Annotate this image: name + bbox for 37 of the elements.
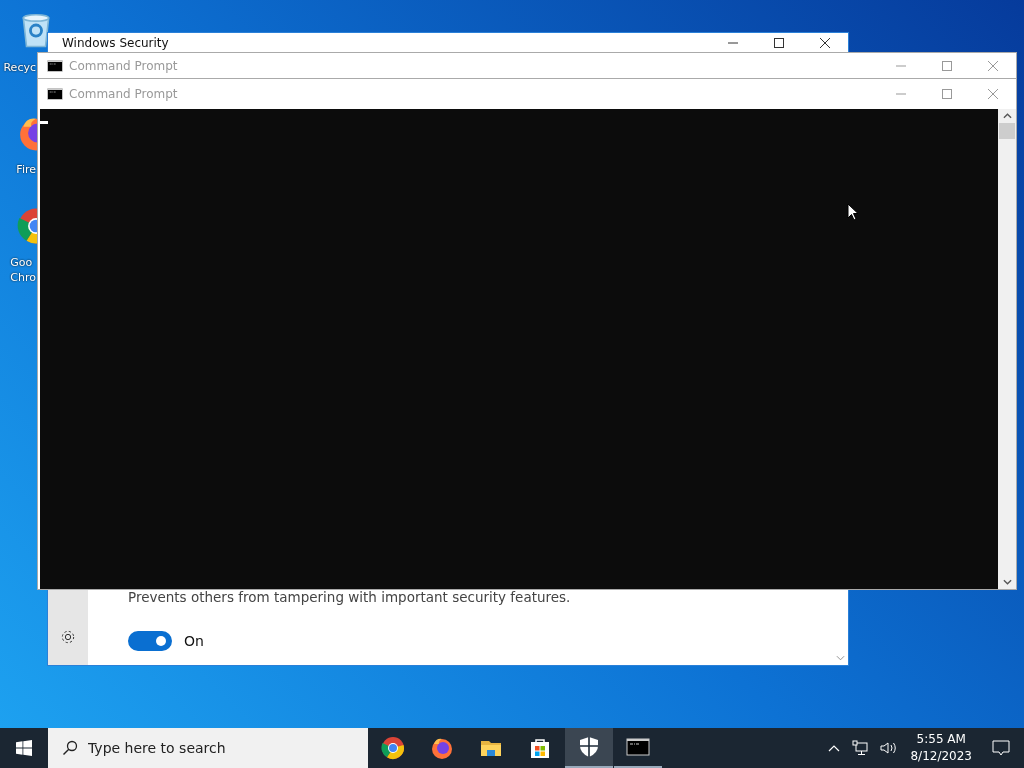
console-icon xyxy=(47,58,63,74)
close-icon xyxy=(988,89,998,99)
search-icon xyxy=(62,740,78,756)
close-icon xyxy=(988,61,998,71)
store-bag-icon xyxy=(528,736,552,760)
settings-icon[interactable] xyxy=(60,629,76,645)
scroll-up-icon[interactable] xyxy=(1002,113,1012,119)
mouse-pointer-icon xyxy=(847,203,859,221)
window-title: Command Prompt xyxy=(69,87,178,101)
desktop-icon-label[interactable]: Fire xyxy=(16,162,36,177)
desktop-icon-label[interactable]: Recyc xyxy=(3,60,36,75)
window-title: Windows Security xyxy=(62,36,169,50)
toggle-switch[interactable] xyxy=(128,631,172,651)
maximize-icon xyxy=(942,89,952,99)
desktop-icon-label[interactable]: Goo Chro xyxy=(10,255,36,285)
maximize-icon xyxy=(942,61,952,71)
window-title: Command Prompt xyxy=(69,59,178,73)
notification-icon[interactable] xyxy=(992,740,1010,756)
toggle-label: On xyxy=(184,633,204,649)
windows-logo-icon xyxy=(16,740,32,756)
taskbar-app-button[interactable] xyxy=(565,728,613,768)
scroll-down-icon[interactable] xyxy=(1002,579,1012,585)
scrollbar-thumb[interactable] xyxy=(999,123,1015,139)
console-icon xyxy=(47,86,63,102)
shield-icon xyxy=(577,735,601,759)
maximize-icon xyxy=(774,38,784,48)
speaker-icon[interactable] xyxy=(880,740,899,756)
network-icon[interactable] xyxy=(852,740,869,756)
chevron-up-icon[interactable] xyxy=(828,744,841,752)
close-icon xyxy=(820,38,830,48)
description-text: Prevents others from tampering with important security features. xyxy=(128,589,572,605)
chrome-icon xyxy=(381,736,405,760)
console-icon xyxy=(626,735,650,759)
clock[interactable]: 5:55 AM 8/12/2023 xyxy=(910,731,972,765)
firefox-icon xyxy=(430,736,454,760)
search-field[interactable]: Type here to search xyxy=(48,728,368,768)
scrollbar[interactable] xyxy=(998,109,1016,589)
